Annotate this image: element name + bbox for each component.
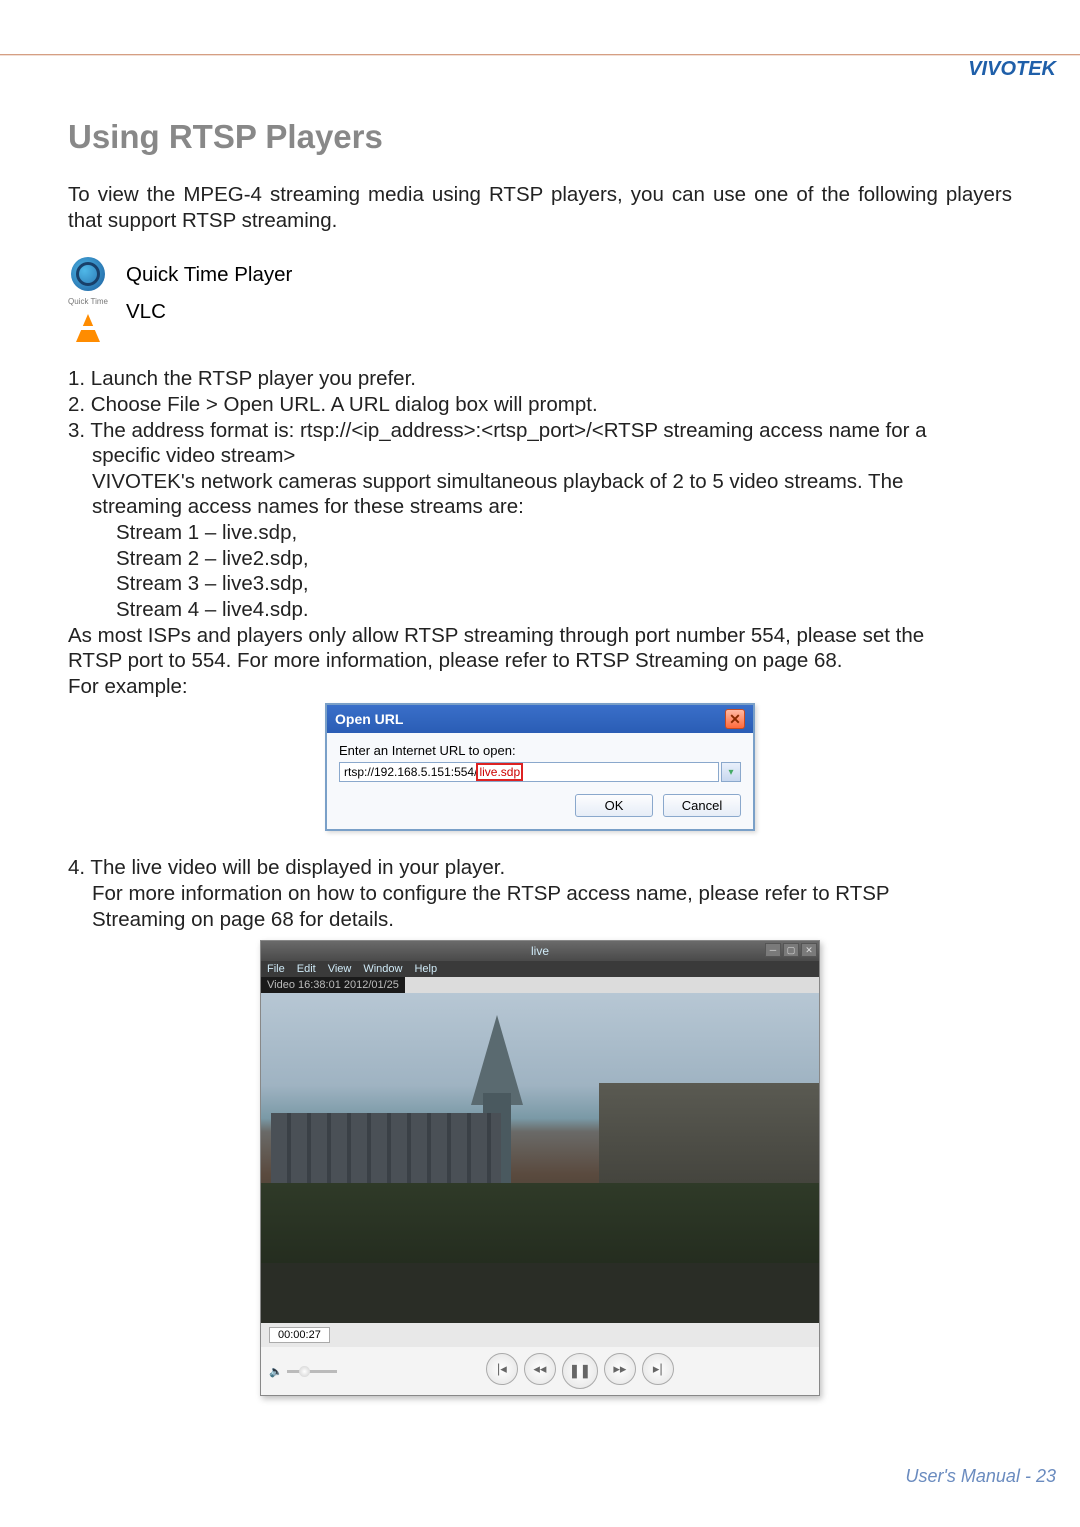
speaker-icon: 🔈 [269,1365,283,1378]
supported-players: Quick Time Quick Time Player VLC [68,257,1012,342]
rewind-button[interactable]: ◂◂ [524,1353,556,1385]
menu-edit[interactable]: Edit [297,963,316,975]
isp-note-1: As most ISPs and players only allow RTSP… [68,623,1012,649]
step-3-line3: VIVOTEK's network cameras support simult… [68,469,1012,495]
stream-3: Stream 3 – live3.sdp, [68,571,1012,597]
footer-page-number: 23 [1036,1466,1056,1486]
step-4-block: 4. The live video will be displayed in y… [68,855,1012,932]
volume-slider[interactable]: 🔈 [269,1365,337,1378]
stream-1: Stream 1 – live.sdp, [68,520,1012,546]
section-title: Using RTSP Players [68,118,1012,156]
vlc-icon [76,314,100,342]
forward-button[interactable]: ▸▸ [604,1353,636,1385]
player-name-quicktime: Quick Time Player [126,257,292,294]
skip-back-button[interactable]: |◂ [486,1353,518,1385]
video-area [261,993,819,1323]
intro-paragraph: To view the MPEG-4 streaming media using… [68,182,1012,233]
menu-file[interactable]: File [267,963,285,975]
minimize-button[interactable]: ─ [765,943,781,957]
stream-4: Stream 4 – live4.sdp. [68,597,1012,623]
step-3-line1: 3. The address format is: rtsp://<ip_add… [68,418,1012,444]
playback-time: 00:00:27 [269,1327,330,1343]
quicktime-icon [71,257,105,291]
page-footer: User's Manual - 23 [905,1466,1056,1487]
menu-window[interactable]: Window [363,963,402,975]
brand-text: VIVOTEK [968,58,1056,81]
for-example: For example: [68,674,1012,700]
url-highlighted: live.sdp [476,763,523,781]
pause-button[interactable]: ❚❚ [562,1353,598,1389]
step-4-line3: Streaming on page 68 for details. [68,907,1012,933]
step-4-line1: 4. The live video will be displayed in y… [68,855,1012,881]
dialog-label: Enter an Internet URL to open: [339,743,741,758]
player-window: live ─ ▢ ✕ File Edit View Window Help Vi… [260,940,820,1396]
url-input[interactable]: rtsp://192.168.5.151:554/live.sdp [339,762,719,782]
open-url-dialog: Open URL ✕ Enter an Internet URL to open… [325,703,755,831]
instruction-steps: 1. Launch the RTSP player you prefer. 2.… [68,366,1012,699]
video-overlay-timestamp: Video 16:38:01 2012/01/25 [261,977,405,993]
step-3-line4: streaming access names for these streams… [68,494,1012,520]
step-4-line2: For more information on how to configure… [68,881,1012,907]
player-menubar: File Edit View Window Help [261,961,819,977]
step-2: 2. Choose File > Open URL. A URL dialog … [68,392,1012,418]
step-3-line2: specific video stream> [68,443,1012,469]
url-dropdown-button[interactable]: ▾ [721,762,741,782]
stream-2: Stream 2 – live2.sdp, [68,546,1012,572]
menu-view[interactable]: View [328,963,352,975]
isp-note-2: RTSP port to 554. For more information, … [68,648,1012,674]
menu-help[interactable]: Help [414,963,437,975]
step-1: 1. Launch the RTSP player you prefer. [68,366,1012,392]
url-prefix: rtsp://192.168.5.151:554/ [344,765,477,779]
quicktime-sublabel: Quick Time [68,297,108,306]
close-button[interactable]: ✕ [801,943,817,957]
skip-forward-button[interactable]: ▸| [642,1353,674,1385]
dialog-title: Open URL [335,711,403,727]
cancel-button[interactable]: Cancel [663,794,741,817]
maximize-button[interactable]: ▢ [783,943,799,957]
player-name-vlc: VLC [126,294,292,331]
ok-button[interactable]: OK [575,794,653,817]
player-window-title: live [531,944,549,958]
dialog-close-button[interactable]: ✕ [725,709,745,729]
footer-label: User's Manual [905,1466,1019,1486]
